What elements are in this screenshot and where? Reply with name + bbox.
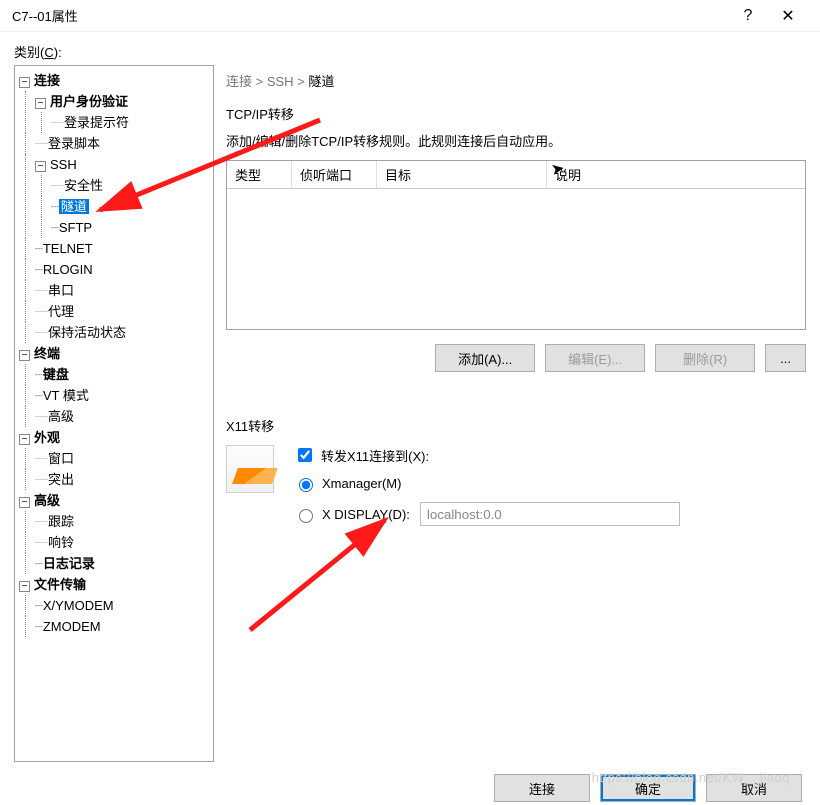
tree-xymodem[interactable]: X/YMODEM [43,598,114,613]
tree-serial[interactable]: 串口 [48,283,74,298]
col-target[interactable]: 目标 [377,161,547,188]
xmanager-icon [226,445,274,493]
xmanager-label: Xmanager(M) [322,476,401,491]
edit-button: 编辑(E)... [545,344,645,372]
forward-x11-label: 转发X11连接到(X): [321,446,429,465]
tree-adv1[interactable]: 高级 [48,409,74,424]
ok-button[interactable]: 确定 [600,774,696,802]
connect-button[interactable]: 连接 [494,774,590,802]
cancel-button[interactable]: 取消 [706,774,802,802]
tree-telnet[interactable]: TELNET [43,241,93,256]
window-title: C7--01属性 [12,6,728,25]
forward-x11-input[interactable] [298,448,312,462]
toggle-icon[interactable]: − [19,497,30,508]
xdisplay-radio[interactable]: X DISPLAY(D): [294,506,410,523]
tree-keepalive[interactable]: 保持活动状态 [48,325,126,340]
titlebar: C7--01属性 ? ✕ [0,0,820,32]
rules-header: 类型 侦听端口 目标 说明 [227,161,805,189]
tree-logging[interactable]: 日志记录 [43,556,95,571]
tree-login-prompt[interactable]: 登录提示符 [64,115,129,130]
tree-sftp[interactable]: SFTP [59,220,92,235]
toggle-icon[interactable]: − [19,434,30,445]
tcp-group-desc: 添加/编辑/删除TCP/IP转移规则。此规则连接后自动应用。 [226,131,806,150]
more-button[interactable]: ... [765,344,806,372]
xdisplay-radio-input[interactable] [299,509,313,523]
category-label: 类别(C): [14,42,806,61]
xmanager-radio[interactable]: Xmanager(M) [294,475,680,492]
tree-connection[interactable]: 连接 [34,73,60,88]
xdisplay-label: X DISPLAY(D): [322,507,410,522]
tree-bell[interactable]: 响铃 [48,535,74,550]
tree-security[interactable]: 安全性 [64,178,103,193]
help-button[interactable]: ? [728,7,768,25]
tree-keyboard[interactable]: 键盘 [43,367,69,382]
dialog-footer: 连接 确定 取消 [14,762,806,802]
tree-ssh[interactable]: SSH [50,157,77,172]
tree-highlight[interactable]: 突出 [48,472,74,487]
tree-file-transfer[interactable]: 文件传输 [34,577,86,592]
add-button[interactable]: 添加(A)... [435,344,535,372]
toggle-icon[interactable]: − [35,161,46,172]
tree-advanced[interactable]: 高级 [34,493,60,508]
category-tree[interactable]: −连接 −用户身份验证 ┈登录提示符 ┈登录脚本 −SSH ┈安全性 ┈隧道 ┈… [14,65,214,762]
toggle-icon[interactable]: − [19,350,30,361]
forward-x11-checkbox[interactable]: 转发X11连接到(X): [294,445,680,465]
tree-terminal[interactable]: 终端 [34,346,60,361]
toggle-icon[interactable]: − [19,77,30,88]
close-button[interactable]: ✕ [768,6,808,26]
delete-button: 删除(R) [655,344,755,372]
toggle-icon[interactable]: − [35,98,46,109]
xmanager-radio-input[interactable] [299,478,313,492]
tree-trace[interactable]: 跟踪 [48,514,74,529]
tree-vt-mode[interactable]: VT 模式 [43,388,89,403]
toggle-icon[interactable]: − [19,581,30,592]
breadcrumb: 连接 > SSH > 隧道 [226,65,806,100]
tree-tunnel[interactable]: 隧道 [59,199,89,214]
tree-login-script[interactable]: 登录脚本 [48,136,100,151]
tree-rlogin[interactable]: RLOGIN [43,262,93,277]
tree-zmodem[interactable]: ZMODEM [43,619,101,634]
col-port[interactable]: 侦听端口 [292,161,377,188]
tree-window[interactable]: 窗口 [48,451,74,466]
xdisplay-input [420,502,680,526]
col-type[interactable]: 类型 [227,161,292,188]
tree-auth[interactable]: 用户身份验证 [50,94,128,109]
tree-proxy[interactable]: 代理 [48,304,74,319]
rules-table[interactable]: 类型 侦听端口 目标 说明 [226,160,806,330]
tcp-group-title: TCP/IP转移 [226,104,806,123]
tree-appearance[interactable]: 外观 [34,430,60,445]
x11-group-title: X11转移 [226,416,806,435]
col-desc[interactable]: 说明 [547,161,805,188]
